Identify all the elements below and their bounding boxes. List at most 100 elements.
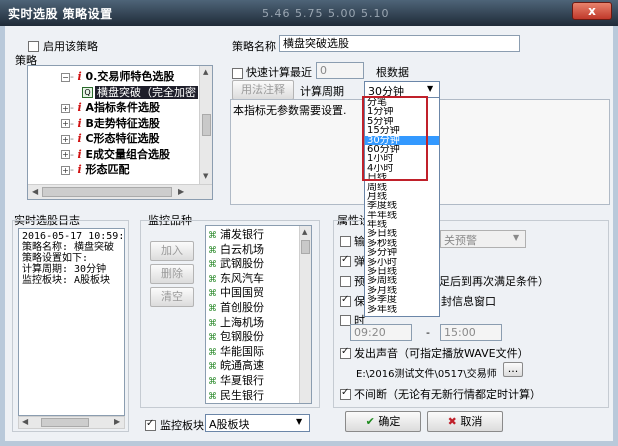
period-option[interactable]: 多季度	[365, 295, 439, 304]
period-option[interactable]: 多年线	[365, 305, 439, 314]
strategy-file-icon: Q	[82, 87, 93, 98]
check-icon: ✔	[365, 415, 375, 428]
stock-icon: ⌘	[208, 347, 217, 358]
keep-window-text: 封信息窗口	[441, 295, 496, 308]
period-option[interactable]: 周线	[365, 183, 439, 192]
tree-item[interactable]: +- i A指标条件选股	[61, 100, 160, 115]
time-to-input[interactable]: 15:00	[440, 324, 502, 341]
keep-window-checkbox[interactable]	[340, 294, 351, 307]
stock-list-scrollbar[interactable]: ▲	[299, 226, 311, 403]
period-option[interactable]: 多周线	[365, 276, 439, 285]
stock-list-item[interactable]: ⌘ 白云机场	[208, 242, 264, 258]
cancel-button[interactable]: ✖ 取消	[427, 411, 503, 432]
stock-list-item[interactable]: ⌘ 上海机场	[208, 315, 264, 331]
chevron-down-icon: ▼	[427, 84, 434, 93]
monitor-board-checkbox[interactable]	[145, 418, 156, 431]
stock-list: ⌘ 浦发银行 ⌘ 白云机场 ⌘ 武钢股份 ⌘ 东风汽车 ⌘ 中国国贸 ⌘ 首创股份 ⌘ 上海机场 ⌘ 包钢股份…	[205, 225, 312, 404]
scroll-up-icon[interactable]: ▲	[302, 228, 307, 236]
stock-name: 浦发银行	[220, 228, 264, 241]
stock-list-item[interactable]: ⌘ 首创股份	[208, 300, 264, 316]
expand-icon[interactable]: +	[61, 119, 70, 128]
tree-item-label: 0.交易师特色选股	[85, 70, 175, 83]
expand-icon[interactable]: +	[61, 150, 70, 159]
tree-item[interactable]: +- i B走势特征选股	[61, 116, 160, 131]
log-horizontal-scrollbar[interactable]: ◀ ▶	[18, 416, 125, 429]
close-button[interactable]: x	[572, 2, 612, 20]
log-hscroll-thumb[interactable]	[41, 418, 89, 427]
period-label: 计算周期	[300, 85, 344, 98]
stock-list-item[interactable]: ⌘ 皖通高速	[208, 358, 264, 374]
tree-item[interactable]: +- i E成交量组合选股	[61, 147, 170, 162]
stock-name: 民生银行	[220, 388, 264, 402]
highlight-box	[362, 96, 428, 181]
stock-icon: ⌘	[208, 362, 217, 373]
tree-hscroll-thumb[interactable]	[42, 187, 172, 197]
sound-checkbox[interactable]	[340, 346, 351, 359]
tree-horizontal-scrollbar[interactable]: ◀ ▶	[28, 184, 212, 199]
enable-strategy-checkbox[interactable]	[28, 39, 39, 52]
pre-alert-checkbox[interactable]	[340, 274, 351, 287]
clear-stocks-button[interactable]: 清空	[150, 287, 194, 307]
scroll-left-icon[interactable]: ◀	[32, 187, 38, 196]
scroll-down-icon[interactable]: ▼	[203, 172, 208, 180]
add-stock-button[interactable]: 加入	[150, 241, 194, 261]
tree-item[interactable]: +- i 形态匹配	[61, 162, 129, 177]
stock-list-item[interactable]: ⌘ 华夏银行	[208, 373, 264, 389]
period-option[interactable]: 多小时	[365, 258, 439, 267]
stock-list-item[interactable]: ⌘ 华能国际	[208, 344, 264, 360]
stock-list-item[interactable]: ⌘ 民生银行	[208, 388, 264, 404]
scroll-right-icon[interactable]: ▶	[114, 417, 120, 426]
quick-calc-count-input[interactable]: 0	[316, 62, 364, 79]
stock-name: 东风汽车	[220, 271, 264, 285]
monitor-board-label: 监控板块	[160, 419, 204, 432]
window-title: 实时选股 策略设置	[8, 7, 113, 21]
log-text: 2016-05-17 10:59:5 策略名称: 横盘突破 策略设置如下: 计算…	[18, 228, 125, 416]
period-option[interactable]: 多日线	[365, 267, 439, 276]
browse-sound-button[interactable]: ...	[503, 362, 523, 377]
scroll-right-icon[interactable]: ▶	[178, 187, 184, 196]
tree-scroll-thumb[interactable]	[202, 114, 211, 136]
stock-scroll-thumb[interactable]	[301, 240, 310, 254]
tree-vertical-scrollbar[interactable]: ▲ ▼	[199, 66, 212, 184]
scroll-left-icon[interactable]: ◀	[22, 417, 28, 426]
stock-icon: ⌘	[208, 260, 217, 271]
tree-item-label: B走势特征选股	[85, 116, 160, 130]
sound-label: 发出声音（可指定播放WAVE文件）	[354, 347, 529, 360]
period-option[interactable]: 多秒线	[365, 239, 439, 248]
popup-checkbox[interactable]	[340, 254, 351, 267]
period-option[interactable]: 季度线	[365, 201, 439, 210]
period-option[interactable]: 年线	[365, 220, 439, 229]
continuous-label: 不间断（无论有无新行情都定时计算）	[354, 388, 541, 401]
strategy-name-input[interactable]: 横盘突破选股	[279, 35, 520, 52]
expand-icon[interactable]: −	[61, 72, 70, 82]
stock-list-item[interactable]: ⌘ 东风汽车	[208, 271, 264, 287]
continuous-checkbox[interactable]	[340, 387, 351, 400]
quick-calc-checkbox[interactable]	[232, 66, 243, 79]
period-option[interactable]: 半年线	[365, 211, 439, 220]
expand-icon[interactable]: +	[61, 103, 70, 113]
time-from-input[interactable]: 09:20	[350, 324, 412, 341]
tree-item[interactable]: +- i C形态特征选股	[61, 131, 160, 146]
delete-stock-button[interactable]: 删除	[150, 264, 194, 284]
strategy-tree: −- i 0.交易师特色选股 Q 横盘突破（完全加密 +- i A指标条件选股 +- i…	[27, 65, 213, 200]
usage-notes-button[interactable]: 用法注释	[232, 80, 294, 100]
stock-list-item[interactable]: ⌘ 武钢股份	[208, 256, 264, 272]
period-option[interactable]: 多月线	[365, 286, 439, 295]
expand-icon[interactable]: +	[61, 165, 70, 175]
stock-list-item[interactable]: ⌘ 浦发银行	[208, 227, 264, 243]
stock-list-item[interactable]: ⌘ 包钢股份	[208, 329, 264, 345]
tree-item[interactable]: Q 横盘突破（完全加密	[82, 85, 198, 100]
stock-icon: ⌘	[208, 333, 217, 344]
ok-button[interactable]: ✔ 确定	[345, 411, 421, 432]
stock-list-item[interactable]: ⌘ 中国国贸	[208, 285, 264, 301]
expand-icon[interactable]: +	[61, 134, 70, 144]
alert-style-select[interactable]: 关预警 ▼	[440, 230, 526, 248]
monitor-board-select[interactable]: A股板块 ▼	[205, 414, 310, 432]
tree-item[interactable]: −- i 0.交易师特色选股	[61, 69, 174, 84]
scroll-up-icon[interactable]: ▲	[203, 68, 208, 76]
input-checkbox[interactable]	[340, 234, 351, 247]
period-option[interactable]: 多日线	[365, 229, 439, 238]
stock-icon: ⌘	[208, 245, 217, 256]
period-option[interactable]: 多分钟	[365, 248, 439, 257]
period-option[interactable]: 月线	[365, 192, 439, 201]
